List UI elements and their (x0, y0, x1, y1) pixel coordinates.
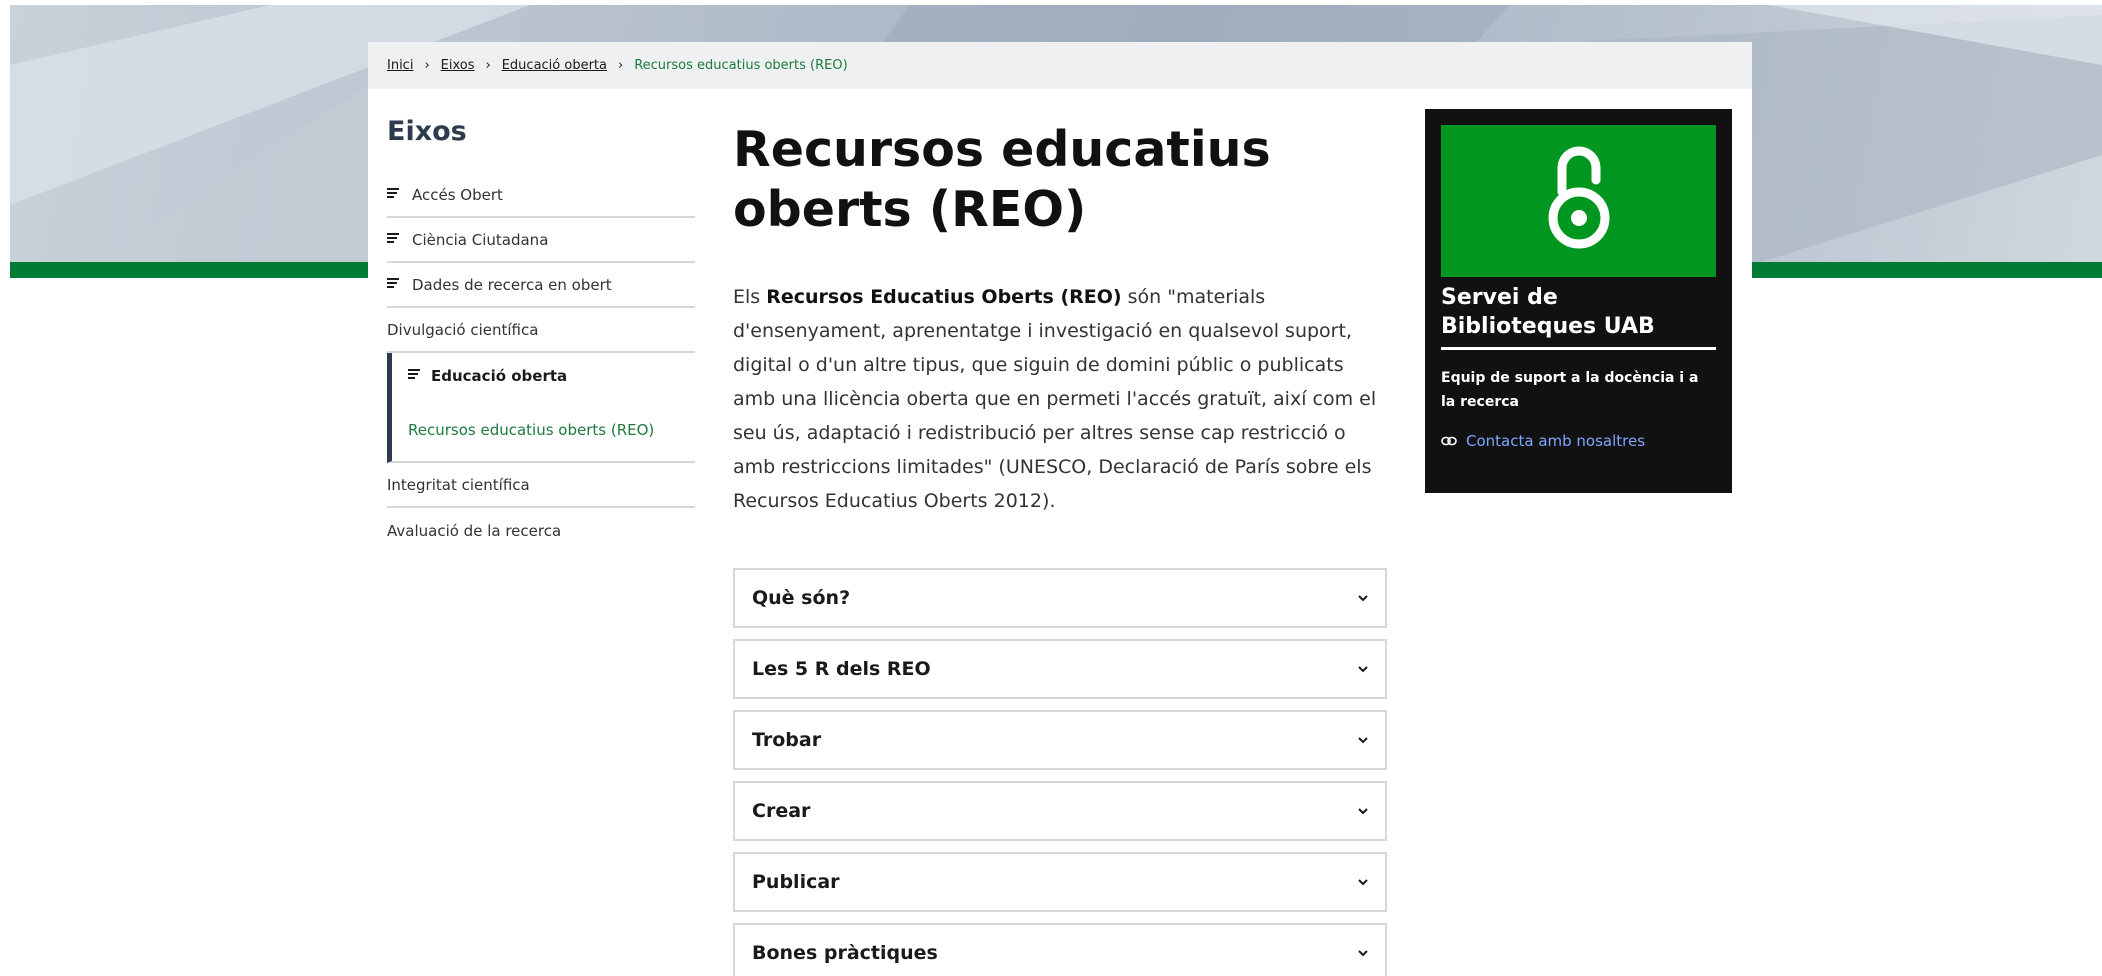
chevron-right-icon: › (618, 58, 624, 73)
intro-bold: Recursos Educatius Oberts (REO) (766, 286, 1122, 308)
sidebar-item-label: Accés Obert (412, 185, 503, 204)
accordion-list: Què són? Les 5 R dels REO Trobar Crear P… (733, 568, 1387, 976)
sidebar-item-label: Integritat científica (387, 475, 530, 494)
sidebar-item-integritat[interactable]: Integritat científica (387, 463, 695, 508)
sidebar-item-divulgacio[interactable]: Divulgació científica (387, 308, 695, 353)
sidebar-item-educacio-oberta[interactable]: Educació oberta (408, 353, 695, 399)
breadcrumb-current: Recursos educatius oberts (REO) (634, 58, 848, 73)
chevron-down-icon (1358, 737, 1368, 744)
sidebar-item-ciencia-ciutadana[interactable]: Ciència Ciutadana (387, 218, 695, 263)
accordion-bones-practiques[interactable]: Bones pràctiques (733, 923, 1387, 976)
main-content: Recursos educatius oberts (REO) Els Recu… (733, 112, 1387, 976)
chevron-down-icon (1358, 666, 1368, 673)
sidebar-item-dades-recerca[interactable]: Dades de recerca en obert (387, 263, 695, 308)
sidebar-item-label: Educació oberta (431, 367, 568, 385)
sidebar-title: Eixos (387, 116, 467, 147)
chevron-right-icon: › (424, 58, 430, 73)
sidebar-item-label: Ciència Ciutadana (412, 230, 549, 249)
intro-paragraph: Els Recursos Educatius Oberts (REO) són … (733, 280, 1387, 518)
accordion-que-son[interactable]: Què són? (733, 568, 1387, 628)
accordion-label: Trobar (752, 729, 822, 751)
list-icon (387, 231, 401, 249)
list-icon (387, 186, 401, 204)
sidebar-nav: Eixos Accés Obert Ciència Ciutadana Dade… (387, 110, 695, 553)
list-icon (408, 367, 420, 385)
accordion-trobar[interactable]: Trobar (733, 710, 1387, 770)
chevron-down-icon (1358, 595, 1368, 602)
intro-prefix: Els (733, 286, 767, 308)
breadcrumb-link-eixos[interactable]: Eixos (441, 58, 475, 73)
sidebar-item-label: Avaluació de la recerca (387, 521, 562, 540)
accordion-label: Les 5 R dels REO (752, 658, 931, 680)
chevron-down-icon (1358, 808, 1368, 815)
content-card: Inici › Eixos › Educació oberta › Recurs… (368, 42, 1752, 976)
list-icon (387, 276, 401, 294)
sidebar-active-section: Educació oberta Recursos educatius obert… (387, 353, 695, 463)
contact-link-label: Contacta amb nosaltres (1466, 432, 1646, 450)
accordion-crear[interactable]: Crear (733, 781, 1387, 841)
contact-card-title: Servei de Biblioteques UAB (1441, 283, 1716, 350)
intro-rest: són "materials d'ensenyament, aprenentat… (733, 286, 1377, 512)
accordion-label: Publicar (752, 871, 840, 893)
contact-card-subtitle: Equip de suport a la docència i a la rec… (1441, 370, 1699, 410)
accordion-5r[interactable]: Les 5 R dels REO (733, 639, 1387, 699)
page-title: Recursos educatius oberts (REO) (733, 121, 1271, 238)
contact-card: Servei de Biblioteques UAB Equip de supo… (1425, 109, 1732, 493)
contact-link[interactable]: Contacta amb nosaltres (1441, 432, 1716, 450)
sidebar-item-label: Dades de recerca en obert (412, 275, 612, 294)
open-access-lock-icon (1548, 146, 1609, 249)
sidebar-item-avaluacio[interactable]: Avaluació de la recerca (387, 508, 695, 553)
sidebar-item-acces-obert[interactable]: Accés Obert (387, 173, 695, 218)
chevron-right-icon: › (485, 58, 491, 73)
chevron-down-icon (1358, 879, 1368, 886)
accordion-publicar[interactable]: Publicar (733, 852, 1387, 912)
sidebar-subitem-reo[interactable]: Recursos educatius oberts (REO) (408, 399, 695, 461)
accordion-label: Què són? (752, 587, 851, 609)
link-icon (1441, 436, 1457, 446)
breadcrumb: Inici › Eixos › Educació oberta › Recurs… (368, 42, 1752, 89)
breadcrumb-link-educacio-oberta[interactable]: Educació oberta (502, 58, 607, 73)
accordion-label: Bones pràctiques (752, 942, 938, 964)
sidebar-item-label: Divulgació científica (387, 320, 539, 339)
chevron-down-icon (1358, 950, 1368, 957)
open-access-banner (1441, 125, 1716, 277)
breadcrumb-link-inici[interactable]: Inici (387, 58, 413, 73)
accordion-label: Crear (752, 800, 811, 822)
